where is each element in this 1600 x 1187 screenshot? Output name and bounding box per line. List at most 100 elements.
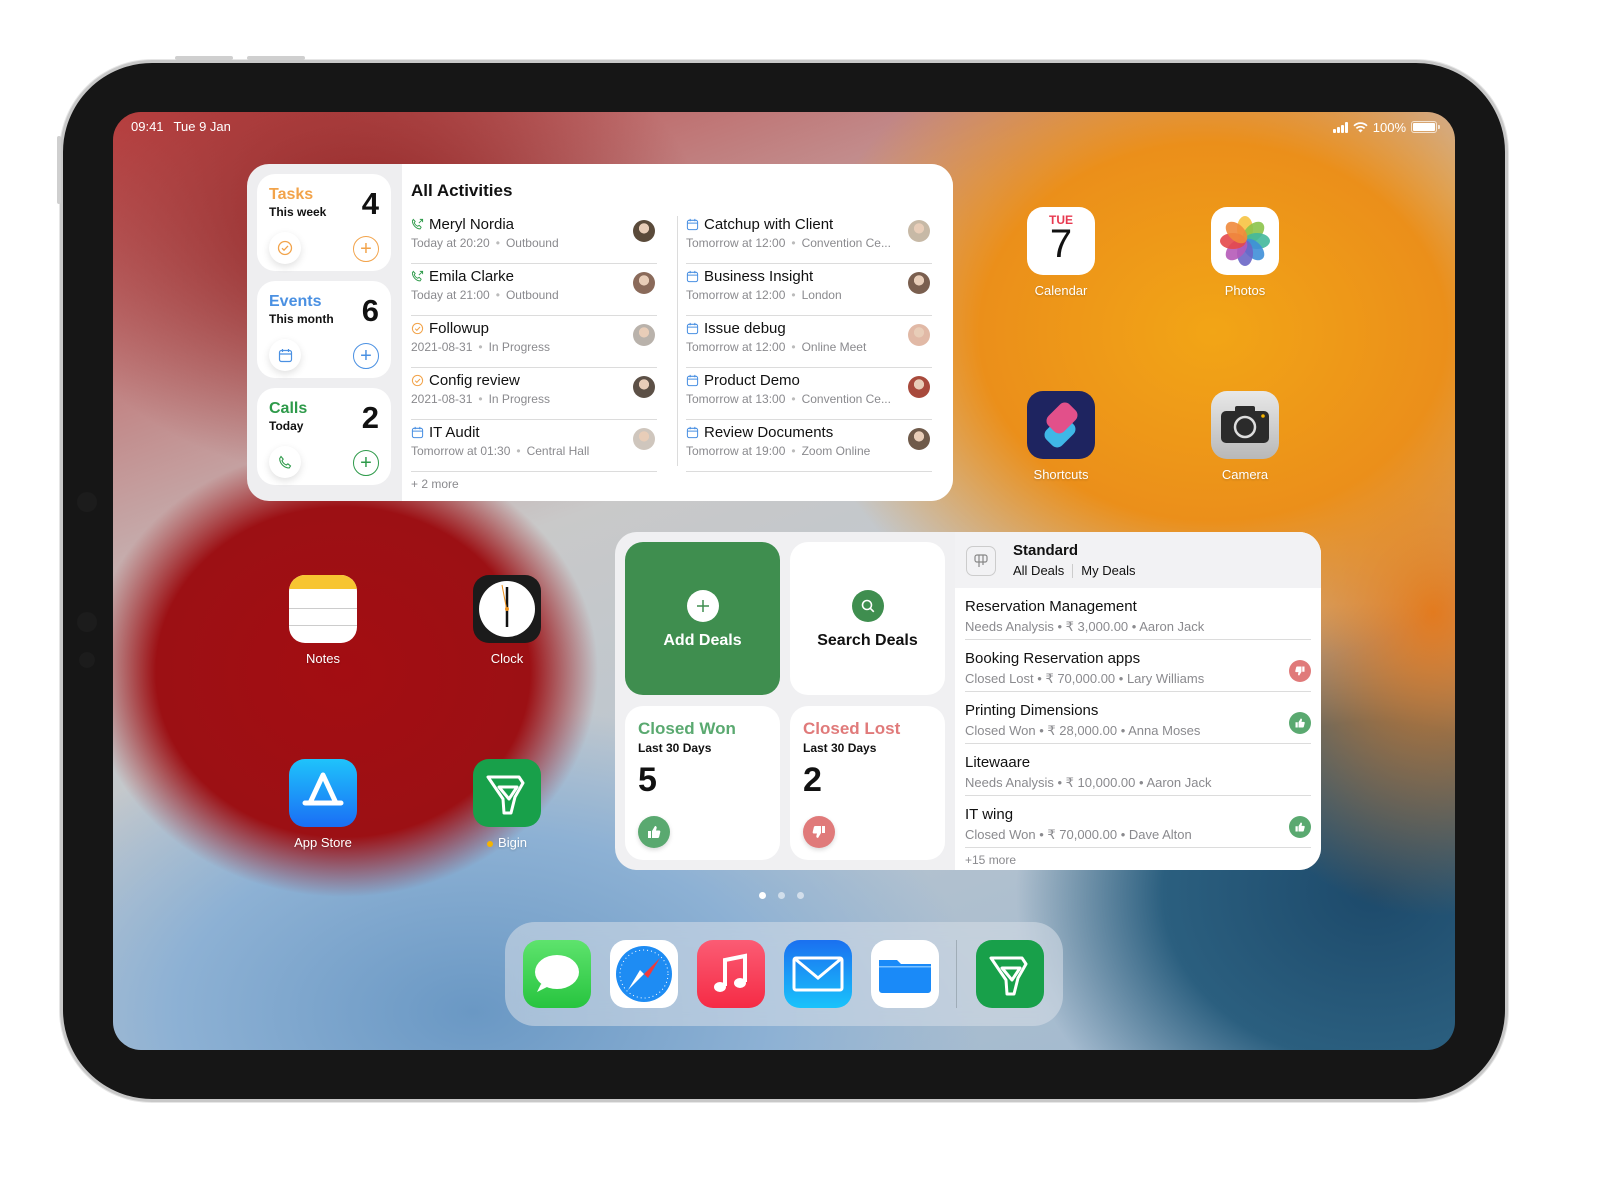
deal-owner: Anna Moses [1128,723,1201,738]
avatar [908,376,930,398]
page-dot[interactable] [797,892,804,899]
check-circle-icon[interactable] [269,232,301,264]
stat-subtitle: This week [269,205,327,219]
dock-mail[interactable] [784,940,852,1008]
search-deals-label: Search Deals [817,632,918,649]
deals-widget[interactable]: Add Deals Search Deals Closed Won Last 3… [615,532,1321,870]
deal-name: Printing Dimensions [965,702,1099,719]
activity-detail: Convention Ce... [801,236,891,250]
app-photos[interactable]: Photos [1210,207,1280,298]
activity-item[interactable]: Review Documents Tomorrow at 19:00 • Zoom O… [686,420,932,472]
activity-item[interactable]: Meryl Nordia Today at 20:20 • Outbound [411,212,657,264]
closed-lost-card[interactable]: Closed Lost Last 30 Days 2 [790,706,945,860]
deal-amount: ₹ 28,000.00 [1047,723,1118,738]
activity-detail: Outbound [505,236,559,250]
avatar [633,272,655,294]
app-camera[interactable]: Camera [1210,391,1280,482]
tab-my-deals[interactable]: My Deals [1081,563,1135,578]
dock-bigin[interactable] [976,940,1044,1008]
deal-owner: Aaron Jack [1139,619,1205,634]
deal-name: Booking Reservation apps [965,650,1141,667]
activity-when: Tomorrow at 12:00 [686,288,786,302]
thumbs-up-icon [1289,816,1311,838]
avatar [633,220,655,242]
thumbs-up-icon [638,816,670,848]
bigin-icon [989,956,1028,996]
app-label: Bigin [472,835,542,850]
deal-amount: ₹ 10,000.00 [1065,775,1136,790]
deals-list-panel: Standard All Deals My Deals Reservation … [955,532,1321,870]
add-deals-label: Add Deals [663,632,742,649]
separator-dot: • [791,288,796,302]
stat-subtitle: This month [269,312,334,326]
app-label: Calendar [1034,283,1088,298]
dock-music[interactable] [697,940,765,1008]
separator-dot: • [791,236,796,250]
page-dot[interactable] [778,892,785,899]
add-call-button[interactable]: + [353,450,379,476]
messages-icon [535,955,579,992]
activity-name: Config review [429,371,520,389]
dock-messages[interactable] [523,940,591,1008]
deal-stage: Needs Analysis [965,619,1054,634]
outbound-call-icon [411,270,424,281]
dock-files[interactable] [871,940,939,1008]
activity-name: Catchup with Client [704,215,834,233]
activity-item[interactable]: Catchup with Client Tomorrow at 12:00 • Con… [686,212,932,264]
activity-when: Tomorrow at 19:00 [686,444,786,458]
volume-button [247,56,305,60]
calendar-icon[interactable] [269,339,301,371]
new-update-dot [487,840,494,847]
activity-detail: Convention Ce... [801,392,891,406]
events-stat-card[interactable]: Events This month 6 + [257,281,391,378]
deal-stage: Closed Lost [965,671,1034,686]
add-event-button[interactable]: + [353,343,379,369]
closed-won-card[interactable]: Closed Won Last 30 Days 5 [625,706,780,860]
activity-item[interactable]: IT Audit Tomorrow at 01:30 • Central Hall [411,420,657,472]
page-dot[interactable] [759,892,766,899]
deal-row[interactable]: Printing Dimensions Closed Won • ₹ 28,000… [965,692,1311,744]
card-count: 5 [638,761,657,799]
calls-stat-card[interactable]: Calls Today 2 + [257,388,391,485]
dock-safari[interactable] [610,940,678,1008]
page-indicator[interactable] [759,892,804,899]
app-notes[interactable]: Notes [288,575,358,666]
deal-name: IT wing [965,806,1014,823]
deal-row[interactable]: Reservation Management Needs Analysis • ₹… [965,588,1311,640]
more-activities-link[interactable]: + 2 more [411,477,459,491]
separator-dot: • [478,392,483,406]
clock-app-icon [473,575,541,643]
music-note-icon [714,953,747,992]
power-button [57,136,61,204]
thumbs-down-icon [1289,660,1311,682]
app-bigin[interactable]: Bigin [472,759,542,850]
card-subtitle: Last 30 Days [803,741,877,755]
deal-row[interactable]: Litewaare Needs Analysis • ₹ 10,000.00 • … [965,744,1311,796]
more-deals-link[interactable]: +15 more [965,853,1321,867]
app-clock[interactable]: Clock [472,575,542,666]
app-app-store[interactable]: App Store [288,759,358,850]
activity-detail: London [801,288,842,302]
phone-icon[interactable] [269,446,301,478]
add-deals-button[interactable]: Add Deals [625,542,780,695]
activity-item[interactable]: Issue debug Tomorrow at 12:00 • Online Meet [686,316,932,368]
tab-divider [1072,563,1074,578]
activity-item[interactable]: Product Demo Tomorrow at 13:00 • Convention… [686,368,932,420]
tasks-stat-card[interactable]: Tasks This week 4 + [257,174,391,271]
app-calendar[interactable]: TUE 7 Calendar [1026,207,1096,298]
activity-item[interactable]: Followup 2021-08-31 • In Progress [411,316,657,368]
add-task-button[interactable]: + [353,236,379,262]
search-deals-button[interactable]: Search Deals [790,542,945,695]
activity-item[interactable]: Business Insight Tomorrow at 12:00 • London [686,264,932,316]
deal-row[interactable]: Booking Reservation apps Closed Lost • ₹ … [965,640,1311,692]
activity-item[interactable]: Emila Clarke Today at 21:00 • Outbound [411,264,657,316]
deal-row[interactable]: IT wing Closed Won • ₹ 70,000.00 • Dave A… [965,796,1311,848]
activities-widget[interactable]: Tasks This week 4 + Events This month 6 … [247,164,953,501]
tab-all-deals[interactable]: All Deals [1013,563,1064,578]
stat-count: 6 [361,293,379,328]
event-calendar-icon [686,218,699,230]
activity-item[interactable]: Config review 2021-08-31 • In Progress [411,368,657,420]
camera-sensor [77,492,97,512]
wifi-icon [1353,121,1368,132]
app-shortcuts[interactable]: Shortcuts [1026,391,1096,482]
